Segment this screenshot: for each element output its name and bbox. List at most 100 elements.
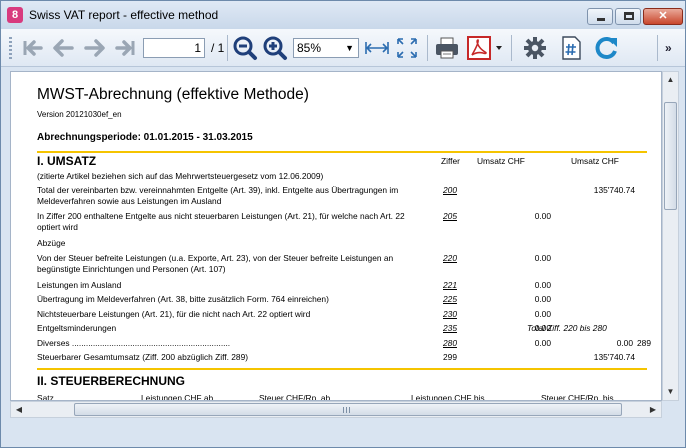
next-page-icon [84, 39, 105, 57]
column-header-umsatz: Umsatz CHF [477, 156, 525, 166]
column-header-leistungen-bis: Leistungen CHF bis [411, 393, 485, 401]
row-code: 221 [443, 280, 457, 290]
settings-button[interactable] [521, 35, 549, 61]
refresh-button[interactable] [593, 35, 621, 61]
zoom-in-button[interactable] [261, 35, 289, 61]
zoom-out-icon [233, 36, 257, 60]
vertical-scroll-thumb[interactable] [664, 102, 677, 210]
report-viewport[interactable]: MWST-Abrechnung (effektive Methode) Vers… [10, 71, 662, 401]
window-title: Swiss VAT report - effective method [29, 8, 219, 22]
close-button[interactable]: ✕ [643, 8, 683, 25]
toolbar-separator [657, 35, 658, 61]
scroll-up-button[interactable]: ▲ [663, 72, 678, 88]
report-period: Abrechnungsperiode: 01.01.2015 - 31.03.2… [37, 132, 253, 143]
minimize-icon [597, 18, 605, 21]
row-code: 205 [443, 211, 457, 221]
first-page-icon [23, 40, 43, 56]
section-rule [37, 151, 647, 153]
horizontal-scroll-thumb[interactable] [74, 403, 622, 416]
zoom-value: 85% [297, 41, 322, 55]
previous-page-icon [53, 39, 74, 57]
last-page-button[interactable] [113, 37, 137, 59]
print-icon [436, 37, 458, 59]
horizontal-scrollbar[interactable]: ◀ ▶ [10, 401, 662, 418]
column-header-satz: Satz [37, 393, 54, 401]
row-description: Von der Steuer befreite Leistungen (u.a.… [37, 253, 394, 274]
section-heading-steuerberechnung: II. STEUERBERECHNUNG [37, 374, 186, 388]
fit-width-button[interactable] [363, 35, 391, 61]
row-value: 0.00 [534, 338, 551, 348]
fit-width-icon [365, 42, 389, 54]
fit-page-button[interactable] [393, 35, 421, 61]
page-total-label: / 1 [211, 41, 225, 55]
toolbar-separator [511, 35, 512, 61]
previous-page-button[interactable] [51, 37, 75, 59]
minimize-button[interactable] [587, 8, 613, 25]
maximize-icon [624, 12, 634, 20]
toolbar-separator [227, 35, 228, 61]
status-bar [1, 419, 685, 447]
scroll-left-button[interactable]: ◀ [11, 402, 27, 417]
row-description: (zitierte Artikel beziehen sich auf das … [37, 171, 324, 181]
pdf-dropdown-button[interactable] [493, 35, 505, 61]
maximize-button[interactable] [615, 8, 641, 25]
scroll-grip-icon [343, 407, 351, 413]
row-total: 135'740.74 [593, 185, 635, 195]
row-code: 280 [443, 338, 457, 348]
row-total: 0.00 [616, 338, 633, 348]
section-rule [37, 368, 647, 370]
row-code: 200 [443, 185, 457, 195]
row-description: Übertragung im Meldeverfahren (Art. 38, … [37, 294, 329, 304]
chevron-down-icon: ▼ [345, 43, 354, 53]
row-code: 299 [443, 352, 457, 362]
toolbar: 1 / 1 85% ▼ » [1, 29, 685, 67]
row-value: 0.00 [534, 253, 551, 263]
row-total: 135'740.74 [593, 352, 635, 362]
row-note: Total Ziff. 220 bis 280 [527, 323, 607, 333]
page-number-input[interactable]: 1 [143, 38, 205, 58]
row-value: 0.00 [534, 211, 551, 221]
app-window: 8 Swiss VAT report - effective method ✕ … [0, 0, 686, 448]
app-logo-icon: 8 [7, 7, 23, 23]
print-button[interactable] [433, 35, 461, 61]
toolbar-grip[interactable] [9, 37, 12, 59]
pdf-icon [467, 36, 491, 60]
row-description: Nichtsteuerbare Leistungen (Art. 21), fü… [37, 309, 311, 319]
scroll-down-button[interactable]: ▼ [663, 384, 678, 400]
row-code: 220 [443, 253, 457, 263]
zoom-out-button[interactable] [231, 35, 259, 61]
row-value: 0.00 [534, 309, 551, 319]
toolbar-separator [427, 35, 428, 61]
first-page-button[interactable] [21, 37, 45, 59]
vertical-scrollbar[interactable]: ▲ ▼ [662, 71, 679, 401]
next-page-button[interactable] [83, 37, 107, 59]
row-description: Total der vereinbarten bzw. vereinnahmte… [37, 185, 399, 206]
row-value: 0.00 [534, 294, 551, 304]
pdf-export-button[interactable] [465, 35, 493, 61]
zoom-select[interactable]: 85% ▼ [293, 38, 359, 58]
row-code: 225 [443, 294, 457, 304]
row-description: Leistungen im Ausland [37, 280, 122, 290]
title-bar: 8 Swiss VAT report - effective method ✕ [1, 1, 685, 29]
page-number-icon [562, 36, 581, 60]
report-version: Version 20121030ef_en [37, 110, 122, 119]
column-header-ziffer: Ziffer [441, 156, 460, 166]
section-heading-umsatz: I. UMSATZ [37, 154, 97, 168]
toolbar-overflow-button[interactable]: » [665, 41, 672, 55]
row-description: In Ziffer 200 enthaltene Entgelte aus ni… [37, 211, 405, 232]
row-description: Abzüge [37, 238, 66, 248]
column-header-steuer-bis: Steuer CHF/Rp. bis [541, 393, 614, 401]
row-code: 230 [443, 309, 457, 319]
row-description: Steuerbarer Gesamtumsatz (Ziff. 200 abzü… [37, 352, 249, 362]
row-description: Entgeltsminderungen [37, 323, 117, 333]
settings-icon [524, 37, 546, 59]
row-code-total: 289 [637, 338, 651, 348]
zoom-in-icon [263, 36, 287, 60]
last-page-icon [115, 40, 135, 56]
page-number-button[interactable] [557, 35, 585, 61]
row-description: Diverses ...............................… [37, 338, 231, 348]
fit-page-icon [397, 38, 417, 58]
column-header-umsatz-total: Umsatz CHF [571, 156, 619, 166]
scroll-right-button[interactable]: ▶ [645, 402, 661, 417]
report-title: MWST-Abrechnung (effektive Methode) [37, 86, 309, 103]
